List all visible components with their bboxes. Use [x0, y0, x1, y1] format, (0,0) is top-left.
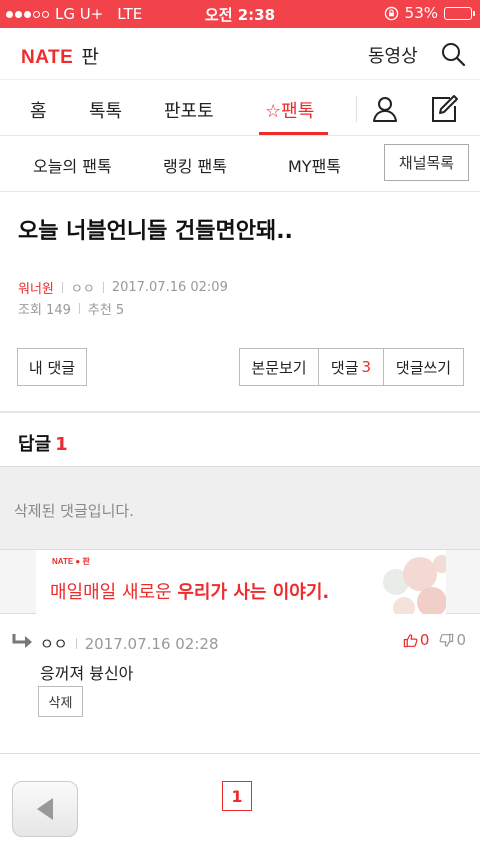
deleted-comment: 삭제된 댓글입니다.: [0, 466, 480, 550]
replies-heading: 답글 1: [18, 430, 68, 456]
ad-banner[interactable]: NATE ● 판 매일매일 새로운 우리가 사는 이야기.: [36, 550, 446, 614]
banner-copy-bold: 우리가 사는 이야기.: [177, 582, 330, 603]
section-divider: [0, 411, 480, 413]
banner-copy-plain: 매일매일 새로운: [50, 582, 178, 603]
search-button[interactable]: [440, 41, 466, 67]
nav-divider: [356, 96, 357, 122]
post-datetime: 2017.07.16 02:09: [111, 280, 228, 295]
comment-votes: 0 0: [403, 631, 466, 649]
subnav-today-fantalk[interactable]: 오늘의 팬톡: [33, 153, 112, 177]
my-comments-button[interactable]: 내 댓글: [17, 348, 87, 386]
downvote-count: 0: [456, 631, 466, 649]
main-nav: 홈 톡톡 판포토 ☆팬톡: [0, 80, 480, 136]
pearls-image: [383, 555, 446, 614]
post-author: ㅇㅇ: [70, 282, 95, 297]
delete-comment-button[interactable]: 삭제: [38, 686, 83, 717]
comment-divider: [0, 753, 480, 754]
tab-fantalk-label: 팬톡: [281, 101, 315, 122]
ad-banner-strip: NATE ● 판 매일매일 새로운 우리가 사는 이야기.: [0, 550, 480, 614]
write-button[interactable]: [428, 93, 460, 125]
write-comment-button[interactable]: 댓글쓰기: [383, 348, 464, 386]
rotation-lock-icon: [384, 6, 398, 20]
tab-fantalk[interactable]: ☆팬톡: [265, 97, 314, 123]
back-button[interactable]: [12, 781, 78, 837]
post-title: 오늘 너블언니들 건들면안돼..: [18, 219, 293, 244]
comment-datetime: 2017.07.16 02:28: [84, 634, 219, 653]
nate-pan-logo[interactable]: NATE 판: [21, 42, 99, 69]
page-number-current[interactable]: 1: [222, 781, 252, 811]
post-channel[interactable]: 워너원: [18, 278, 54, 297]
subnav-my-fantalk[interactable]: MY팬톡: [288, 153, 341, 177]
deleted-comment-text: 삭제된 댓글입니다.: [14, 502, 134, 520]
battery-percent: 53%: [404, 4, 438, 22]
comment-body: 응꺼져 븅신아: [40, 664, 134, 683]
downvote-button[interactable]: 0: [439, 631, 466, 649]
logo-nate: NATE: [21, 47, 74, 68]
star-icon: ☆: [265, 101, 282, 122]
channel-list-button[interactable]: 채널목록: [384, 144, 469, 181]
thumbs-down-icon: [439, 633, 454, 647]
tab-panphoto[interactable]: 판포토: [164, 97, 214, 123]
video-link[interactable]: 동영상: [368, 42, 418, 68]
active-tab-indicator: [259, 132, 328, 135]
post-meta: 워너원 ㅇㅇ 2017.07.16 02:09: [18, 278, 228, 297]
comment-meta: ㅇㅇ 2017.07.16 02:28: [40, 633, 219, 654]
tab-toktok[interactable]: 톡톡: [89, 97, 122, 123]
post-recommends: 추천 5: [87, 303, 125, 318]
back-arrow-icon: [37, 798, 53, 820]
comments-label: 댓글: [330, 358, 359, 377]
view-post-button[interactable]: 본문보기: [239, 348, 319, 386]
comments-button[interactable]: 댓글 3: [318, 348, 384, 386]
upvote-count: 0: [419, 631, 430, 649]
banner-brand: NATE ● 판: [52, 557, 90, 566]
battery-icon: [444, 6, 475, 20]
user-button[interactable]: [369, 93, 401, 125]
post-stats: 조회 149 추천 5: [18, 299, 124, 318]
edit-icon: [432, 95, 458, 122]
replies-count: 1: [55, 434, 68, 455]
logo-pan: 판: [81, 46, 99, 68]
post-views: 조회 149: [18, 303, 71, 318]
thumbs-up-icon: [403, 633, 418, 647]
sub-nav: 오늘의 팬톡 랭킹 팬톡 MY팬톡 채널목록: [0, 136, 480, 192]
status-bar: LG U+ LTE 오전 2:38 53%: [0, 0, 480, 28]
search-icon: [442, 43, 466, 67]
reply-arrow-icon: [12, 634, 32, 648]
banner-copy: 매일매일 새로운 우리가 사는 이야기.: [50, 578, 329, 604]
tab-home[interactable]: 홈: [30, 97, 47, 123]
app-header: NATE 판 동영상: [0, 28, 480, 80]
user-icon: [373, 97, 397, 122]
comment-author: ㅇㅇ: [40, 635, 68, 653]
subnav-ranking-fantalk[interactable]: 랭킹 팬톡: [163, 153, 227, 177]
comment-item: ㅇㅇ 2017.07.16 02:28 0 0 응꺼져 븅신아 삭제: [0, 615, 480, 755]
replies-heading-label: 답글: [18, 434, 52, 455]
comments-count: 3: [361, 358, 372, 376]
upvote-button[interactable]: 0: [403, 631, 430, 649]
